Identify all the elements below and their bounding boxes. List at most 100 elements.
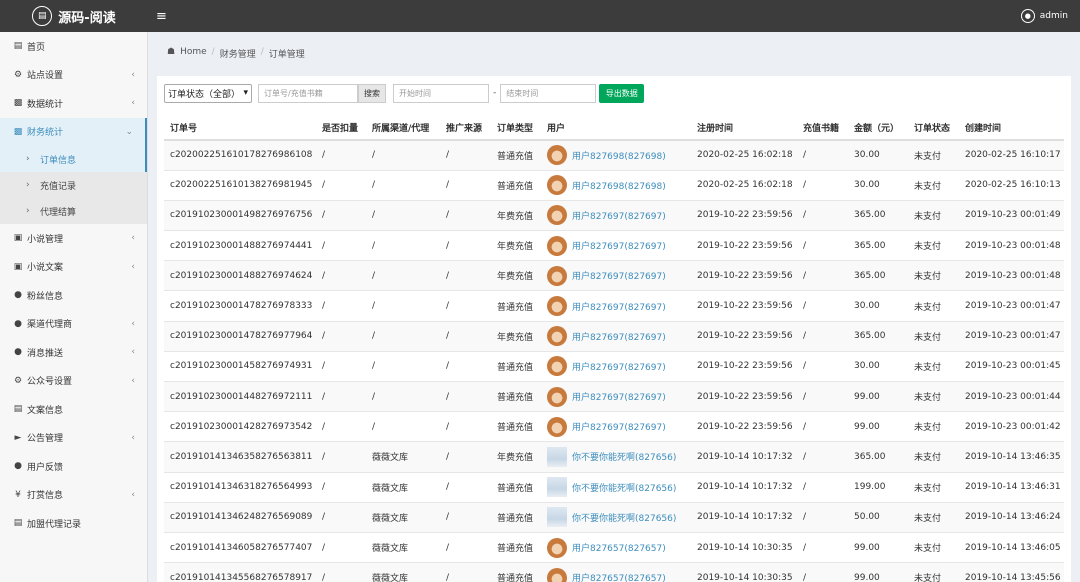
sidebar-subitem-orders[interactable]: › 订单信息 — [0, 146, 147, 172]
sidebar-subitem-recharge[interactable]: › 充值记录 — [0, 172, 147, 198]
sidebar-item-channel-agents[interactable]: ● 渠道代理商 ‹ — [0, 310, 147, 339]
search-button[interactable]: 搜索 — [358, 83, 386, 103]
col-order-no-cell: c201910141346318276564993 — [164, 471, 316, 503]
col-channel-cell: / — [366, 139, 440, 171]
filter-toolbar: 订单状态（全部） ▾ 订单号/充值书籍 搜索 开始时间 - 结束时间 导出数据 — [164, 83, 645, 103]
col-amount-cell: 99.00 — [848, 562, 908, 582]
col-deducted-cell: / — [316, 562, 366, 582]
newspaper-icon: ▤ — [13, 404, 23, 415]
sidebar-item-fans[interactable]: ● 粉丝信息 — [0, 281, 147, 310]
avatar — [547, 416, 567, 437]
user-name: admin — [1039, 11, 1068, 21]
breadcrumb-home[interactable]: Home — [180, 47, 207, 60]
export-button[interactable]: 导出数据 — [599, 83, 645, 103]
col-status-header: 订单状态 — [908, 116, 959, 141]
col-created-time-cell: 2019-10-14 13:45:56 — [959, 562, 1064, 582]
col-deducted-header: 是否扣量 — [316, 116, 366, 141]
user-link[interactable]: 用户827697(827697) — [572, 390, 666, 403]
user-link[interactable]: 用户827697(827697) — [572, 360, 666, 373]
chevron-left-icon: ‹ — [131, 233, 135, 244]
col-user-cell: 用户827697(827697) — [541, 199, 691, 231]
book-icon: ▣ — [13, 261, 23, 272]
user-menu[interactable]: ● admin — [1020, 9, 1068, 23]
col-order-no-cell: c201910141346358276563811 — [164, 441, 316, 473]
id-card-icon: ▤ — [13, 518, 23, 529]
col-user-cell: 用户827697(827697) — [541, 411, 691, 442]
col-source-cell: / — [440, 471, 491, 503]
sidebar-subitem-agent-settlement[interactable]: › 代理结算 — [0, 198, 147, 224]
sidebar-item-feedback[interactable]: ● 用户反馈 — [0, 452, 147, 481]
user-link[interactable]: 用户827698(827698) — [572, 149, 666, 162]
user-link[interactable]: 你不要你能死啊(827656) — [572, 450, 676, 463]
col-book-cell: / — [797, 230, 848, 261]
col-status-cell: 未支付 — [908, 320, 959, 352]
col-order-type-cell: 年费充值 — [491, 441, 541, 473]
sidebar-item-data-stats[interactable]: ▩ 数据统计 ‹ — [0, 89, 147, 118]
breadcrumb-finance[interactable]: 财务管理 — [220, 47, 256, 60]
user-link[interactable]: 用户827657(827657) — [572, 571, 666, 582]
sidebar-item-site-settings[interactable]: ⚙ 站点设置 ‹ — [0, 61, 147, 90]
col-amount-cell: 30.00 — [848, 169, 908, 201]
sidebar-item-finance-stats[interactable]: ▩ 财务统计 ⌄ — [0, 117, 147, 146]
avatar — [547, 356, 567, 377]
chevron-right-icon: › — [26, 154, 30, 164]
user-link[interactable]: 用户827698(827698) — [572, 179, 666, 192]
col-order-no-cell: c201910141346248276569089 — [164, 501, 316, 533]
user-link[interactable]: 用户827697(827697) — [572, 209, 666, 222]
col-register-time-cell: 2019-10-22 23:59:56 — [691, 290, 797, 322]
sidebar-item-copy-info[interactable]: ▤ 文案信息 — [0, 395, 147, 424]
user-link[interactable]: 用户827697(827697) — [572, 420, 666, 433]
table-row: c201910230001488276974441// / 年费充值 用户827697… — [164, 230, 1064, 261]
col-order-type-cell: 年费充值 — [491, 199, 541, 231]
user-link[interactable]: 用户827697(827697) — [572, 269, 666, 282]
table-row: c201910230001458276974931// / 普通充值 用户827697… — [164, 350, 1064, 382]
user-link[interactable]: 用户827657(827657) — [572, 541, 666, 554]
col-channel-cell: 薇薇文库 — [366, 441, 440, 473]
col-amount-cell: 30.00 — [848, 139, 908, 171]
avatar — [547, 265, 567, 286]
brand-name: 源码-阅读 — [58, 10, 116, 26]
sidebar-item-novel-manage[interactable]: ▣ 小说管理 ‹ — [0, 224, 147, 253]
col-channel-cell: 薇薇文库 — [366, 531, 440, 563]
sidebar-item-franchise-records[interactable]: ▤ 加盟代理记录 — [0, 509, 147, 538]
col-amount-cell: 365.00 — [848, 199, 908, 231]
col-status-cell: 未支付 — [908, 562, 959, 582]
chevron-left-icon: ‹ — [131, 318, 135, 329]
chevron-down-icon: ▾ — [243, 88, 248, 98]
sidebar-item-home[interactable]: ▤ 首页 — [0, 32, 147, 61]
sidebar-item-announcements[interactable]: ► 公告管理 ‹ — [0, 424, 147, 453]
user-link[interactable]: 你不要你能死啊(827656) — [572, 511, 676, 524]
col-register-time-cell: 2019-10-14 10:17:32 — [691, 471, 797, 503]
book-icon: ▣ — [13, 233, 23, 244]
user-link[interactable]: 用户827697(827697) — [572, 239, 666, 252]
col-register-time-cell: 2020-02-25 16:02:18 — [691, 169, 797, 201]
cogs-icon: ⚙ — [13, 375, 23, 386]
order-status-select[interactable]: 订单状态（全部） ▾ — [164, 83, 252, 103]
start-time-input[interactable]: 开始时间 — [393, 83, 489, 103]
breadcrumb-separator: / — [260, 47, 264, 57]
col-deducted-cell: / — [316, 441, 366, 473]
user-link[interactable]: 用户827697(827697) — [572, 330, 666, 343]
col-created-time-cell: 2020-02-25 16:10:13 — [959, 169, 1064, 201]
sidebar-item-tips[interactable]: ¥ 打赏信息 ‹ — [0, 481, 147, 510]
col-register-time-cell: 2019-10-22 23:59:56 — [691, 380, 797, 412]
brand[interactable]: ▤ 源码-阅读 — [0, 0, 148, 32]
col-source-cell: / — [440, 380, 491, 412]
user-link[interactable]: 用户827697(827697) — [572, 300, 666, 313]
search-input[interactable]: 订单号/充值书籍 — [258, 83, 358, 103]
col-deducted-cell: / — [316, 139, 366, 171]
col-order-no-cell: c201910230001478276977964 — [164, 320, 316, 352]
col-deducted-cell: / — [316, 380, 366, 412]
avatar — [547, 567, 567, 582]
col-register-time-cell: 2019-10-22 23:59:56 — [691, 230, 797, 261]
bars-icon[interactable]: ≡ — [156, 9, 170, 24]
user-link[interactable]: 你不要你能死啊(827656) — [572, 481, 676, 494]
sidebar-item-message-push[interactable]: ● 消息推送 ‹ — [0, 338, 147, 367]
sidebar-item-official-account[interactable]: ⚙ 公众号设置 ‹ — [0, 367, 147, 396]
col-channel-cell: / — [366, 350, 440, 382]
end-time-input[interactable]: 结束时间 — [500, 83, 597, 103]
col-amount-cell: 365.00 — [848, 230, 908, 261]
yen-icon: ¥ — [15, 489, 21, 500]
col-user-cell: 用户827657(827657) — [541, 531, 691, 563]
sidebar-item-novel-copy[interactable]: ▣ 小说文案 ‹ — [0, 253, 147, 282]
